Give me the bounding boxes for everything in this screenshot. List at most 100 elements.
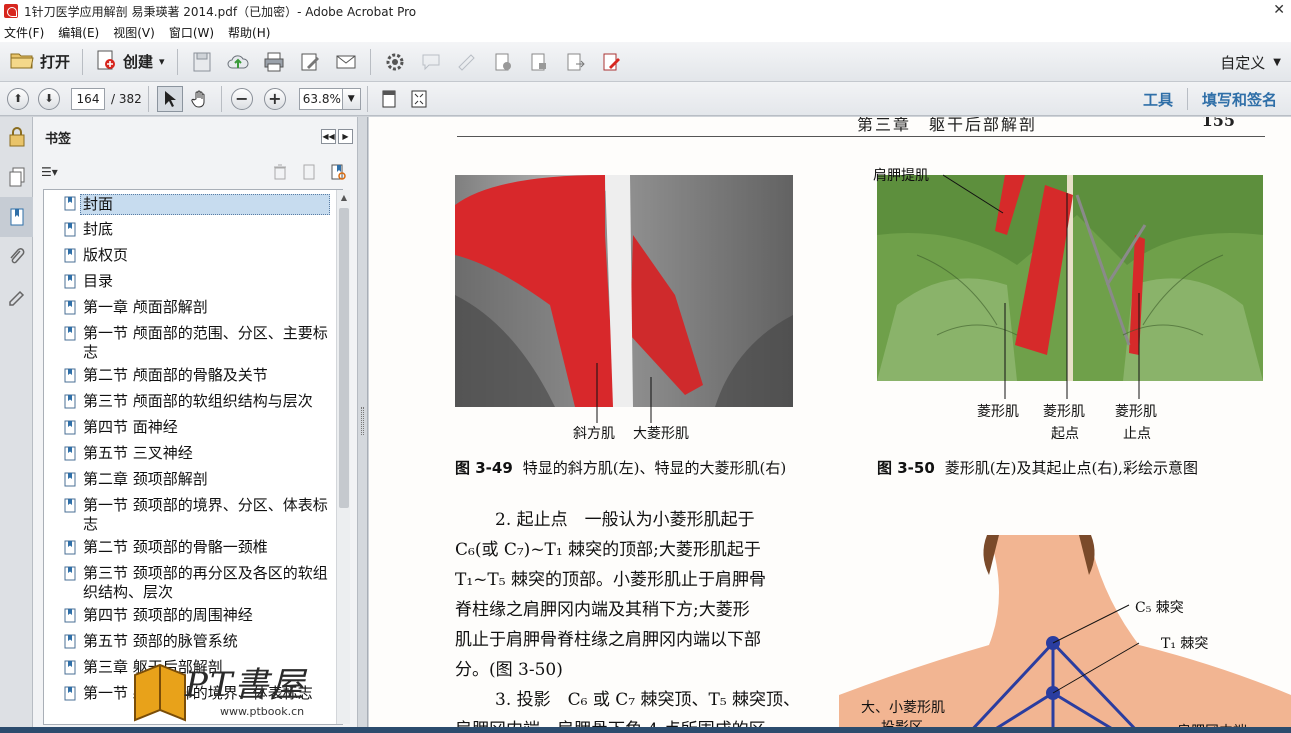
bookmark-label: 第二节 颅面部的骨骼及关节 xyxy=(83,366,268,384)
bookmark-item[interactable]: 第一节 颈项部的境界、分区、体表标志 xyxy=(44,492,342,534)
fit-page-icon xyxy=(382,90,396,107)
bookmark-item[interactable]: 第一章 颅面部解剖 xyxy=(44,294,342,320)
zoom-level-input[interactable]: 63.8% xyxy=(298,87,343,110)
bookmark-scrollbar[interactable]: ▲ xyxy=(336,190,350,724)
panel-splitter[interactable] xyxy=(358,117,368,733)
create-button[interactable]: 创建 ▾ xyxy=(89,47,171,77)
lock-icon[interactable] xyxy=(0,117,33,157)
close-icon[interactable]: ✕ xyxy=(1273,2,1285,18)
bookmark-item[interactable]: 第二节 颈项部的骨骼一颈椎 xyxy=(44,534,342,560)
bookmark-item[interactable]: 第二节 颅面部的骨骼及关节 xyxy=(44,362,342,388)
body-line: 肌止于肩胛骨脊柱缘之肩胛冈内端以下部 xyxy=(455,630,761,650)
customize-menu[interactable]: 自定义 ▼ xyxy=(1220,52,1281,73)
scroll-up-arrow[interactable]: ▲ xyxy=(337,190,351,204)
open-button[interactable]: 打开 xyxy=(4,47,76,77)
hand-tool-button[interactable] xyxy=(187,86,213,112)
bookmark-icon xyxy=(64,196,76,211)
bookmarks-icon[interactable] xyxy=(0,197,33,237)
menu-view[interactable]: 视图(V) xyxy=(113,24,155,41)
title-bar: 1针刀医学应用解剖 易秉瑛著 2014.pdf（已加密）- Adobe Acro… xyxy=(0,0,1291,22)
toolbar-divider xyxy=(220,85,222,112)
gear-icon[interactable] xyxy=(384,52,406,72)
bookmark-item[interactable]: 第四节 面神经 xyxy=(44,414,342,440)
previous-page-button[interactable]: ⬆ xyxy=(7,87,29,110)
menu-window[interactable]: 窗口(W) xyxy=(169,24,214,41)
fit-page-button[interactable] xyxy=(376,86,402,112)
options-menu[interactable]: ☰▾ xyxy=(41,165,58,179)
panel-header: 书签 ◀◀ ▶ xyxy=(33,117,357,157)
select-tool-button[interactable] xyxy=(156,85,183,112)
bookmark-item[interactable]: 封面 xyxy=(44,190,342,216)
zoom-out-button[interactable]: − xyxy=(230,87,253,110)
bookmark-icon xyxy=(64,446,76,461)
print-icon[interactable] xyxy=(263,52,285,72)
bookmark-item[interactable]: 第三节 颅面部的软组织结构与层次 xyxy=(44,388,342,414)
bookmark-item[interactable]: 第三节 颈项部的再分区及各区的软组织结构、层次 xyxy=(44,560,342,602)
rhomboid-label: 菱形肌 xyxy=(977,404,1019,420)
bookmark-icon xyxy=(64,326,76,341)
rhomboid-projection-label: 大、小菱形肌 xyxy=(861,700,945,716)
bookmark-item[interactable]: 第五节 颈部的脉管系统 xyxy=(44,628,342,654)
splitter-grip[interactable] xyxy=(361,407,364,435)
expand-panel-button[interactable]: ▶ xyxy=(338,129,353,144)
bookmarks-panel: 书签 ◀◀ ▶ ☰▾ 封面封底版权页 目录 第一章 颅面部解剖 第一节 颅面部的范围、… xyxy=(33,117,358,733)
fill-sign-link[interactable]: 填写和签名 xyxy=(1188,89,1291,110)
bookmark-item[interactable]: 第五节 三叉神经 xyxy=(44,440,342,466)
edit-icon[interactable] xyxy=(299,52,321,72)
secure-icon[interactable] xyxy=(492,52,514,72)
body-line: 3. 投影 C₆ 或 C₇ 棘突顶、T₅ 棘突顶、 xyxy=(495,690,801,710)
bookmark-item[interactable]: 第二章 颈项部解剖 xyxy=(44,466,342,492)
form-icon[interactable] xyxy=(600,52,622,72)
fullscreen-button[interactable] xyxy=(406,86,432,112)
new-bookmark-icon[interactable] xyxy=(300,163,318,181)
comment-icon xyxy=(420,52,442,72)
zoom-in-button[interactable]: + xyxy=(263,87,286,110)
bookmark-icon xyxy=(64,566,76,581)
delete-icon[interactable] xyxy=(271,163,289,181)
main-toolbar: 打开 创建 ▾ 自定义 ▼ xyxy=(0,42,1291,82)
bookmark-item[interactable]: 目录 xyxy=(44,268,342,294)
page-number-input[interactable]: 164 xyxy=(71,87,105,110)
t1-spinous-label: T₁ 棘突 xyxy=(1161,636,1209,652)
bookmark-icon xyxy=(64,420,76,435)
toolbar-divider xyxy=(82,48,84,75)
bookmark-label: 第五节 三叉神经 xyxy=(83,444,193,462)
folder-icon xyxy=(10,50,34,74)
email-icon[interactable] xyxy=(335,52,357,72)
attachment-icon[interactable] xyxy=(0,237,33,277)
signature-icon[interactable] xyxy=(0,277,33,317)
scroll-thumb[interactable] xyxy=(339,208,349,508)
find-bookmark-icon[interactable] xyxy=(329,163,347,181)
cloud-upload-icon[interactable] xyxy=(227,52,249,72)
caption-text: 特显的斜方肌(左)、特显的大菱形肌(右) xyxy=(522,459,787,477)
menu-edit[interactable]: 编辑(E) xyxy=(58,24,99,41)
collapse-panel-button[interactable]: ◀◀ xyxy=(321,129,336,144)
bookmark-label: 封底 xyxy=(83,220,114,238)
document-view[interactable]: 第三章 躯干后部解剖 155 斜方肌 大菱形肌 图 3-49 特显的斜方肌(左)、… xyxy=(369,117,1291,733)
tools-link[interactable]: 工具 xyxy=(1129,89,1187,110)
menu-file[interactable]: 文件(F) xyxy=(4,24,44,41)
body-line: T₁~T₅ 棘突的顶部。小菱形肌止于肩胛骨 xyxy=(455,570,766,590)
bookmark-icon xyxy=(64,498,76,513)
caption-number: 图 3-50 xyxy=(877,459,935,477)
rhomboid-origin-sublabel: 起点 xyxy=(1051,426,1079,442)
bookmark-item[interactable]: 第一节 颅面部的范围、分区、主要标志 xyxy=(44,320,342,362)
bookmark-item[interactable]: 封底 xyxy=(44,216,342,242)
zoom-dropdown[interactable]: ▼ xyxy=(342,87,361,110)
rhomboid-insertion-sublabel: 止点 xyxy=(1123,426,1151,442)
pages-icon[interactable] xyxy=(0,157,33,197)
save-icon[interactable] xyxy=(191,52,213,72)
navigation-toolbar: ⬆ ⬇ 164 / 382 − + 63.8% ▼ 工具 填写和签名 xyxy=(0,82,1291,116)
rhomboid-insertion-label: 菱形肌 xyxy=(1115,404,1157,420)
bookmark-item[interactable]: 版权页 xyxy=(44,242,342,268)
book-logo-icon xyxy=(134,663,186,722)
next-page-button[interactable]: ⬇ xyxy=(38,87,60,110)
export-icon[interactable] xyxy=(564,52,586,72)
bookmark-item[interactable]: 第四节 颈项部的周围神经 xyxy=(44,602,342,628)
toolbar-divider xyxy=(369,48,371,75)
cursor-icon xyxy=(164,90,176,107)
caption-text: 菱形肌(左)及其起止点(右),彩绘示意图 xyxy=(944,459,1198,477)
menu-help[interactable]: 帮助(H) xyxy=(228,24,270,41)
bookmark-icon xyxy=(64,248,76,263)
lock-doc-icon[interactable] xyxy=(528,52,550,72)
